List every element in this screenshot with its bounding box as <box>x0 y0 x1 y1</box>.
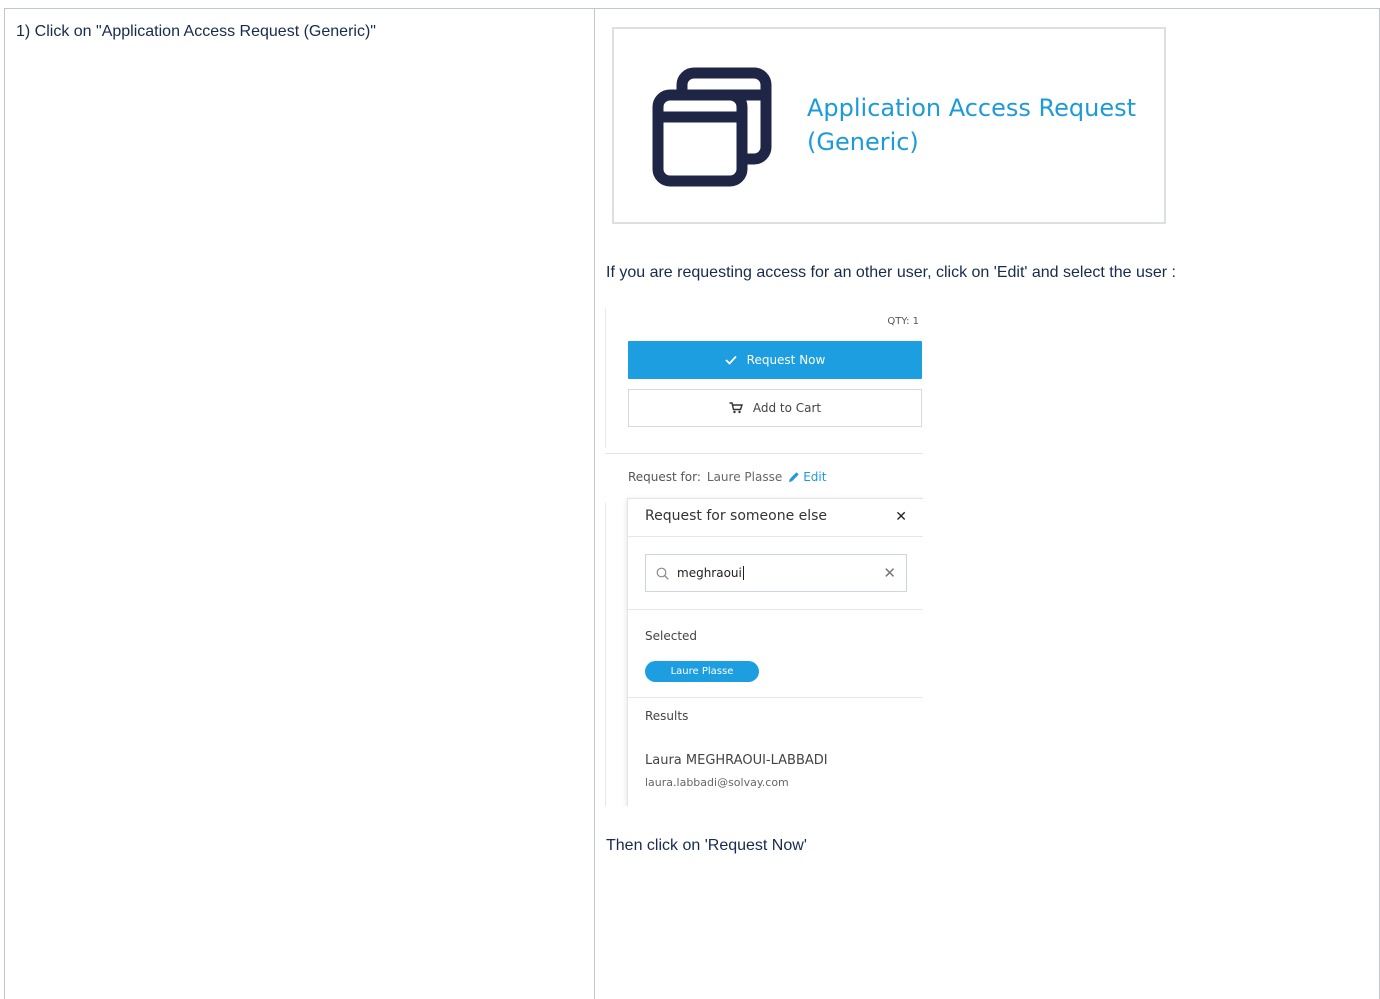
request-for-row: Request for: Laure Plasse Edit <box>628 470 826 484</box>
final-instruction: Then click on 'Request Now' <box>606 837 807 854</box>
panel-divider <box>605 453 923 454</box>
request-panel: QTY: 1 Request Now Add to Cart Request f… <box>605 308 923 806</box>
request-someone-else-popover: Request for someone else ✕ meghraoui ✕ S… <box>627 498 923 806</box>
popover-title: Request for someone else <box>645 508 828 524</box>
result-item-email: laura.labbadi@solvay.com <box>645 776 789 789</box>
step-column: 1) Click on "Application Access Request … <box>5 9 595 999</box>
edit-instruction: If you are requesting access for an othe… <box>606 264 1176 281</box>
search-value-wrapper: meghraoui <box>677 566 883 581</box>
request-now-button[interactable]: Request Now <box>628 341 922 379</box>
popover-divider <box>628 536 923 537</box>
popover-divider <box>628 697 923 698</box>
close-icon[interactable]: ✕ <box>895 509 907 525</box>
selected-user-chip[interactable]: Laure Plasse <box>645 661 759 682</box>
request-for-label: Request for: <box>628 470 701 484</box>
panel-border-lower <box>605 503 606 806</box>
catalog-card[interactable]: Application Access Request (Generic) <box>612 27 1166 224</box>
text-caret <box>742 566 744 581</box>
selected-label: Selected <box>645 629 698 643</box>
result-item-name[interactable]: Laura MEGHRAOUI-LABBADI <box>645 753 828 768</box>
popover-divider <box>628 609 923 610</box>
application-windows-icon <box>652 67 772 187</box>
pencil-icon <box>789 472 799 482</box>
search-value: meghraoui <box>677 565 742 580</box>
panel-border <box>605 308 606 448</box>
results-label: Results <box>645 709 689 723</box>
request-for-name: Laure Plasse <box>706 470 783 484</box>
edit-link[interactable]: Edit <box>788 470 826 484</box>
user-search-input[interactable]: meghraoui ✕ <box>645 554 907 592</box>
step-1-instruction: 1) Click on "Application Access Request … <box>16 23 376 40</box>
search-icon <box>656 567 669 580</box>
quantity-label: QTY: 1 <box>887 316 919 327</box>
add-to-cart-button[interactable]: Add to Cart <box>628 389 922 427</box>
add-to-cart-label: Add to Cart <box>752 401 822 415</box>
checkmark-icon <box>725 355 737 365</box>
clear-search-icon[interactable]: ✕ <box>883 564 896 582</box>
request-now-label: Request Now <box>746 353 826 367</box>
catalog-card-title[interactable]: Application Access Request (Generic) <box>807 91 1147 159</box>
edit-label: Edit <box>803 470 827 484</box>
cart-icon <box>729 402 743 414</box>
